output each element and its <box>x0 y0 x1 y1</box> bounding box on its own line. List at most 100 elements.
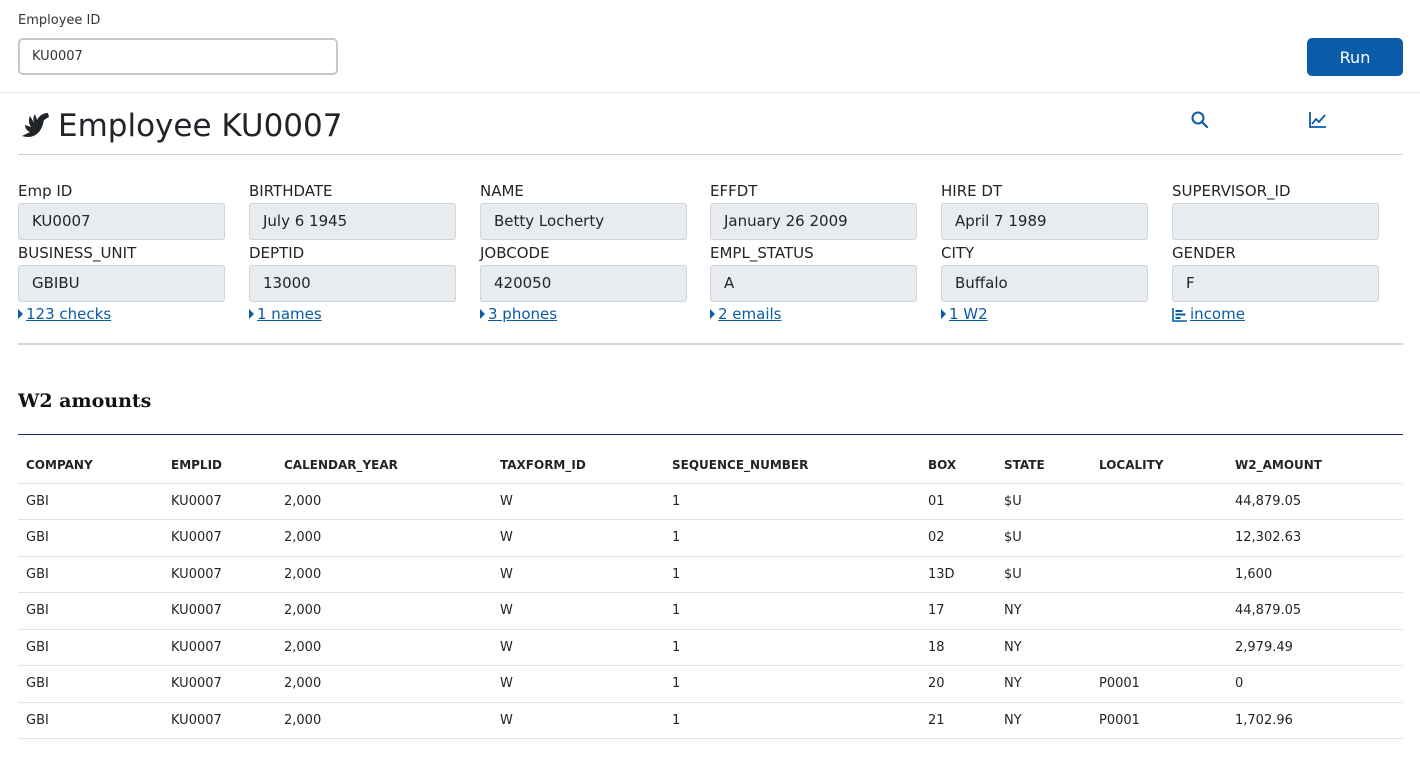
table-cell: $U <box>996 519 1091 557</box>
divider <box>18 343 1403 345</box>
table-cell: 17 <box>920 592 996 630</box>
field-value: KU0007 <box>18 203 225 240</box>
column-header[interactable]: BOX <box>920 447 996 484</box>
column-header[interactable]: SEQUENCE_NUMBER <box>664 447 920 484</box>
table-cell: W <box>492 702 664 739</box>
field-label: EMPL_STATUS <box>710 244 814 262</box>
table-cell: 2,000 <box>276 665 492 703</box>
table-cell: GBI <box>18 483 163 520</box>
field-emp-id: Emp ID KU0007 <box>18 180 225 240</box>
table-cell: 18 <box>920 629 996 666</box>
field-jobcode: JOBCODE 420050 <box>480 242 687 302</box>
table-cell: W <box>492 665 664 703</box>
chart-line-icon[interactable] <box>1308 110 1328 130</box>
table-cell: 02 <box>920 519 996 557</box>
table-cell: W <box>492 629 664 666</box>
link-label: 1 W2 <box>949 305 988 323</box>
field-label: Emp ID <box>18 182 73 200</box>
table-cell: 21 <box>920 702 996 739</box>
income-link[interactable]: income <box>1172 305 1245 323</box>
table-row: GBI KU0007 2,000 W 1 18 NY 2,979.49 <box>18 629 1403 666</box>
column-header[interactable]: TAXFORM_ID <box>492 447 664 484</box>
field-name: NAME Betty Locherty <box>480 180 687 240</box>
field-value <box>1172 203 1379 240</box>
field-value: 13000 <box>249 265 456 302</box>
table-cell: NY <box>996 592 1091 630</box>
section-title: W2 amounts <box>18 390 152 412</box>
w2-link[interactable]: 1 W2 <box>941 305 988 323</box>
field-business-unit: BUSINESS_UNIT GBIBU <box>18 242 225 302</box>
field-city: CITY Buffalo <box>941 242 1148 302</box>
table-cell: 1 <box>664 519 920 557</box>
link-label: 2 emails <box>718 305 782 323</box>
column-header[interactable]: STATE <box>996 447 1091 484</box>
column-header[interactable]: COMPANY <box>18 447 163 484</box>
field-label: DEPTID <box>249 244 305 262</box>
column-header[interactable]: W2_AMOUNT <box>1227 447 1403 484</box>
section-rule <box>18 434 1403 435</box>
employee-id-label: Employee ID <box>18 13 101 28</box>
table-cell <box>1091 556 1227 593</box>
table-cell: 2,000 <box>276 483 492 520</box>
column-header[interactable]: LOCALITY <box>1091 447 1227 484</box>
table-cell: 2,000 <box>276 592 492 630</box>
field-empl-status: EMPL_STATUS A <box>710 242 917 302</box>
table-cell: NY <box>996 702 1091 739</box>
table-cell: GBI <box>18 556 163 593</box>
field-label: EFFDT <box>710 182 758 200</box>
field-gender: GENDER F <box>1172 242 1379 302</box>
column-header[interactable]: CALENDAR_YEAR <box>276 447 492 484</box>
bar-chart-icon <box>1172 307 1187 322</box>
field-value: F <box>1172 265 1379 302</box>
table-row: GBI KU0007 2,000 W 1 17 NY 44,879.05 <box>18 592 1403 630</box>
field-label: JOBCODE <box>480 244 550 262</box>
table-cell: 44,879.05 <box>1227 592 1403 630</box>
table-cell: 1 <box>664 665 920 703</box>
table-cell: 1 <box>664 483 920 520</box>
field-label: SUPERVISOR_ID <box>1172 182 1291 200</box>
phones-link[interactable]: 3 phones <box>480 305 557 323</box>
table-cell: W <box>492 556 664 593</box>
table-cell: KU0007 <box>163 519 276 557</box>
emails-link[interactable]: 2 emails <box>710 305 782 323</box>
table-row: GBI KU0007 2,000 W 1 01 $U 44,879.05 <box>18 483 1403 520</box>
field-value: 420050 <box>480 265 687 302</box>
table-cell: KU0007 <box>163 556 276 593</box>
table-cell: GBI <box>18 629 163 666</box>
table-cell: 44,879.05 <box>1227 483 1403 520</box>
search-icon[interactable] <box>1190 110 1210 130</box>
table-row: GBI KU0007 2,000 W 1 20 NY P0001 0 <box>18 665 1403 703</box>
table-cell: KU0007 <box>163 629 276 666</box>
table-cell: KU0007 <box>163 665 276 703</box>
table-cell: GBI <box>18 665 163 703</box>
field-supervisor-id: SUPERVISOR_ID <box>1172 180 1379 240</box>
table-cell: P0001 <box>1091 702 1227 739</box>
column-header[interactable]: EMPLID <box>163 447 276 484</box>
w2-amounts-table: COMPANY EMPLID CALENDAR_YEAR TAXFORM_ID … <box>18 447 1403 739</box>
field-hire-dt: HIRE DT April 7 1989 <box>941 180 1148 240</box>
caret-right-icon <box>480 309 485 319</box>
field-label: CITY <box>941 244 975 262</box>
field-effdt: EFFDT January 26 2009 <box>710 180 917 240</box>
table-cell: 1 <box>664 629 920 666</box>
parameter-bar: Employee ID Run <box>0 0 1420 93</box>
caret-right-icon <box>18 309 23 319</box>
table-cell: 12,302.63 <box>1227 519 1403 557</box>
bird-icon <box>22 113 49 137</box>
table-cell: KU0007 <box>163 483 276 520</box>
names-link[interactable]: 1 names <box>249 305 322 323</box>
table-cell: GBI <box>18 702 163 739</box>
field-label: GENDER <box>1172 244 1236 262</box>
table-cell: 01 <box>920 483 996 520</box>
run-button[interactable]: Run <box>1307 38 1403 76</box>
table-cell <box>1091 483 1227 520</box>
employee-id-input[interactable] <box>18 38 338 75</box>
page-header: Employee KU0007 <box>18 106 1403 155</box>
table-cell: 1,702.96 <box>1227 702 1403 739</box>
checks-link[interactable]: 123 checks <box>18 305 111 323</box>
table-cell: W <box>492 592 664 630</box>
table-cell: 2,000 <box>276 519 492 557</box>
table-cell: 2,979.49 <box>1227 629 1403 666</box>
field-value: Betty Locherty <box>480 203 687 240</box>
field-value: Buffalo <box>941 265 1148 302</box>
